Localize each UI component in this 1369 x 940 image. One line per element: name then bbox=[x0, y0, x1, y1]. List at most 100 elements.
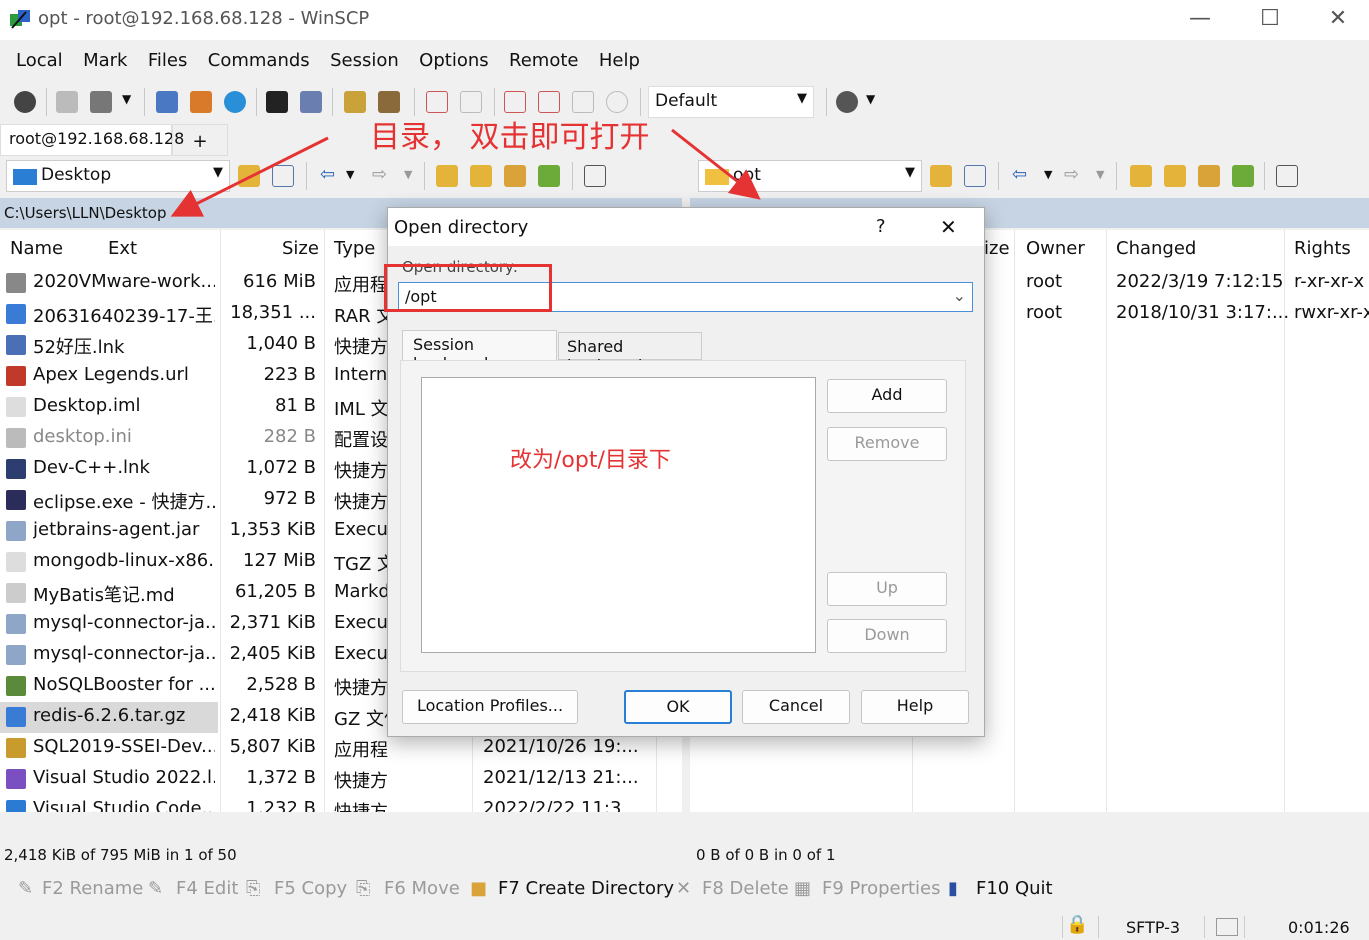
chevron-down-icon[interactable]: ▼ bbox=[404, 168, 412, 181]
restore-selection-icon[interactable] bbox=[606, 91, 628, 113]
find-icon[interactable] bbox=[378, 91, 400, 113]
down-button[interactable]: Down bbox=[827, 619, 947, 653]
menu-remote[interactable]: Remote bbox=[509, 50, 578, 71]
annotation-dialog-note: 改为/opt/目录下 bbox=[510, 448, 671, 473]
changed-cell: 2018/10/31 3:17:... bbox=[1116, 302, 1290, 323]
right-location-select[interactable]: opt ▼ bbox=[698, 160, 922, 192]
table-row[interactable]: Visual Studio 2022.l... 1,372 B 快捷方式 2021/1… bbox=[0, 764, 682, 795]
column-size[interactable]: Size bbox=[282, 238, 319, 259]
f7-create-directory-button[interactable]: F7 Create Directory bbox=[498, 878, 674, 899]
refresh-icon[interactable] bbox=[538, 165, 560, 187]
type-cell: 快捷方 bbox=[334, 337, 388, 358]
column-changed[interactable]: Changed bbox=[1116, 238, 1196, 259]
menu-mark[interactable]: Mark bbox=[83, 50, 127, 71]
compare-icon[interactable] bbox=[56, 91, 78, 113]
type-cell: 配置设 bbox=[334, 430, 388, 451]
column-rights[interactable]: Rights bbox=[1294, 238, 1351, 259]
add-button[interactable]: Add bbox=[827, 379, 947, 413]
back-icon[interactable]: ⇦ bbox=[320, 164, 335, 185]
filter-icon[interactable] bbox=[504, 91, 526, 113]
f6-move-button[interactable]: F6 Move bbox=[384, 878, 460, 899]
putty-icon[interactable] bbox=[300, 91, 322, 113]
filter-icon[interactable] bbox=[272, 165, 294, 187]
f2-rename-button[interactable]: F2 Rename bbox=[42, 878, 143, 899]
open-folder-icon[interactable] bbox=[930, 165, 952, 187]
f9-properties-button[interactable]: F9 Properties bbox=[822, 878, 941, 899]
bookmarks-list[interactable] bbox=[421, 377, 816, 653]
dialog-close-button[interactable]: ✕ bbox=[940, 215, 957, 239]
select-plus-icon[interactable] bbox=[426, 91, 448, 113]
left-location-select[interactable]: Desktop ▼ bbox=[6, 160, 230, 192]
preferences-gear-icon[interactable] bbox=[14, 91, 36, 113]
tree-icon[interactable] bbox=[584, 165, 606, 187]
parent-directory-icon[interactable] bbox=[1130, 165, 1152, 187]
transfer-settings-select[interactable]: Default ▼ bbox=[648, 86, 814, 118]
ok-button[interactable]: OK bbox=[624, 690, 732, 724]
f10-quit-button[interactable]: F10 Quit bbox=[976, 878, 1053, 899]
table-row[interactable]: Visual Studio Code... 1,232 B 快捷方式 2022/2/2… bbox=[0, 795, 682, 812]
root-directory-icon[interactable] bbox=[470, 165, 492, 187]
table-row[interactable]: SQL2019-SSEI-Dev.... 5,807 KiB 应用程序 2021/10… bbox=[0, 733, 682, 764]
column-size[interactable]: ize bbox=[984, 238, 1010, 259]
transfer-settings-globe-icon[interactable] bbox=[836, 91, 858, 113]
home-icon[interactable] bbox=[504, 165, 526, 187]
cancel-button[interactable]: Cancel bbox=[742, 690, 850, 724]
home-icon[interactable] bbox=[1198, 165, 1220, 187]
chevron-down-icon[interactable]: ▼ bbox=[1096, 168, 1104, 181]
tree-icon[interactable] bbox=[1276, 165, 1298, 187]
chevron-down-icon[interactable]: ▼ bbox=[1044, 168, 1052, 181]
root-directory-icon[interactable] bbox=[1164, 165, 1186, 187]
maximize-button[interactable]: ☐ bbox=[1236, 0, 1304, 40]
minimize-button[interactable]: — bbox=[1166, 0, 1234, 40]
menu-files[interactable]: Files bbox=[148, 50, 188, 71]
back-icon[interactable]: ⇦ bbox=[1012, 164, 1027, 185]
tab-session-bookmarks[interactable]: Session bookmarks bbox=[402, 330, 557, 373]
clear-selection-icon[interactable] bbox=[572, 91, 594, 113]
menu-options[interactable]: Options bbox=[419, 50, 488, 71]
invert-selection-icon[interactable] bbox=[538, 91, 560, 113]
forward-icon[interactable]: ⇨ bbox=[1064, 164, 1079, 185]
menu-session[interactable]: Session bbox=[330, 50, 399, 71]
parent-directory-icon[interactable] bbox=[436, 165, 458, 187]
column-type[interactable]: Type bbox=[334, 238, 375, 259]
column-name[interactable]: Name bbox=[10, 238, 63, 259]
f5-copy-button[interactable]: F5 Copy bbox=[274, 878, 347, 899]
open-folder-icon[interactable] bbox=[238, 165, 260, 187]
name-cell: eclipse.exe - 快捷方... bbox=[33, 492, 215, 513]
queue-icon[interactable] bbox=[156, 91, 178, 113]
dialog-help-button[interactable]: ? bbox=[876, 216, 886, 237]
synchronize-icon[interactable] bbox=[90, 91, 112, 113]
filter-icon[interactable] bbox=[964, 165, 986, 187]
left-path[interactable]: C:\Users\LLN\Desktop bbox=[4, 204, 167, 222]
location-profiles-button[interactable]: Location Profiles... bbox=[402, 690, 578, 724]
f8-delete-button[interactable]: F8 Delete bbox=[702, 878, 789, 899]
column-owner[interactable]: Owner bbox=[1026, 238, 1085, 259]
transfer-icon[interactable] bbox=[190, 91, 212, 113]
window-title: opt - root@192.168.68.128 - WinSCP bbox=[38, 8, 370, 29]
tab-shared-bookmarks[interactable]: Shared bookmarks bbox=[558, 332, 702, 375]
terminal-icon[interactable] bbox=[266, 91, 288, 113]
chevron-down-icon[interactable]: ▼ bbox=[346, 168, 354, 181]
column-ext[interactable]: Ext bbox=[108, 238, 137, 259]
menu-commands[interactable]: Commands bbox=[208, 50, 310, 71]
help-button[interactable]: Help bbox=[861, 690, 969, 724]
forward-icon[interactable]: ⇨ bbox=[372, 164, 387, 185]
chevron-down-icon[interactable]: ⌄ bbox=[953, 286, 966, 305]
refresh-icon[interactable] bbox=[224, 91, 246, 113]
sites-icon[interactable] bbox=[344, 91, 366, 113]
close-window-button[interactable]: ✕ bbox=[1304, 0, 1369, 40]
chevron-down-icon[interactable]: ▼ bbox=[866, 92, 875, 106]
menu-help[interactable]: Help bbox=[599, 50, 640, 71]
f4-edit-button[interactable]: F4 Edit bbox=[176, 878, 238, 899]
remove-button[interactable]: Remove bbox=[827, 427, 947, 461]
size-cell: 5,807 KiB bbox=[229, 736, 316, 757]
new-tab-button[interactable]: + bbox=[172, 124, 228, 156]
up-button[interactable]: Up bbox=[827, 572, 947, 606]
type-cell: 快捷方 bbox=[334, 461, 388, 482]
refresh-icon[interactable] bbox=[1232, 165, 1254, 187]
session-tab[interactable]: root@192.168.68.128 bbox=[0, 124, 184, 156]
chevron-down-icon[interactable]: ▼ bbox=[122, 92, 131, 106]
unselect-icon[interactable] bbox=[460, 91, 482, 113]
type-cell: Interne bbox=[334, 364, 388, 385]
menu-local[interactable]: Local bbox=[16, 50, 63, 71]
